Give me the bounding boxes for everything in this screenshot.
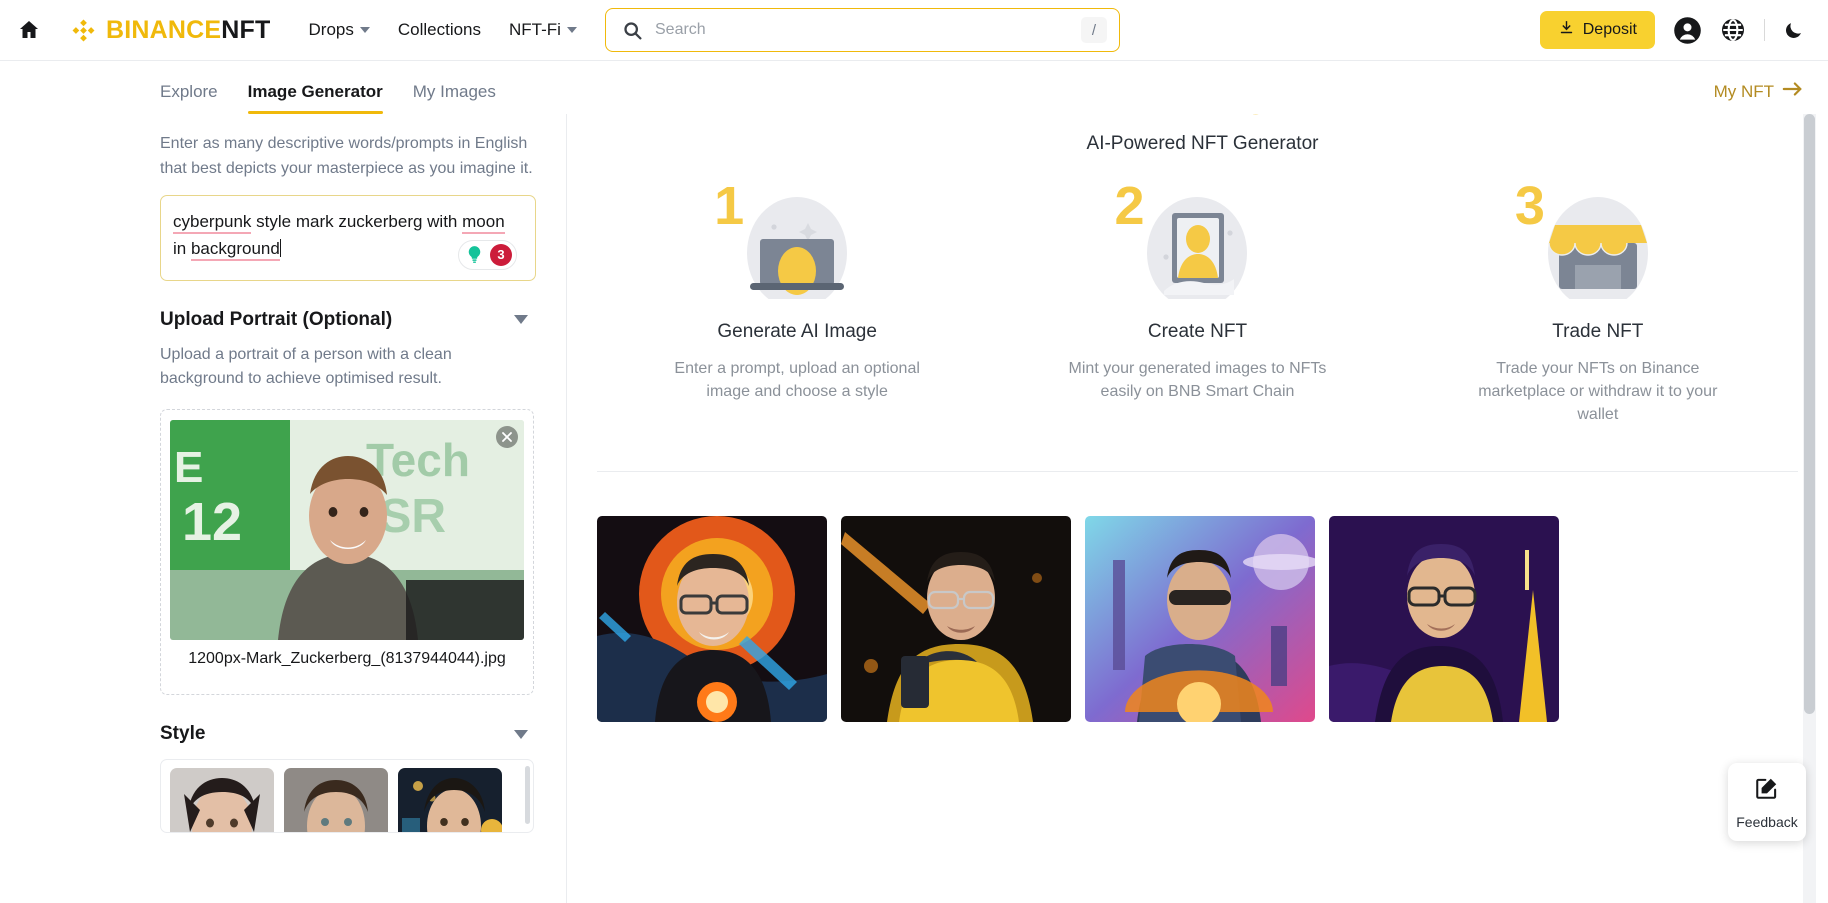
sample-image-gallery (597, 516, 1828, 722)
tab-my-images[interactable]: My Images (413, 82, 496, 114)
chevron-down-icon (360, 27, 370, 33)
upload-portrait-description: Upload a portrait of a person with a cle… (160, 343, 536, 393)
style-option[interactable] (170, 768, 274, 833)
step-3-description: Trade your NFTs on Binance marketplace o… (1463, 357, 1733, 427)
my-nft-link-label: My NFT (1714, 82, 1774, 102)
step-3-title: Trade NFT (1552, 321, 1643, 343)
feedback-label: Feedback (1736, 814, 1797, 830)
tab-image-generator[interactable]: Image Generator (248, 82, 383, 114)
deposit-button[interactable]: Deposit (1540, 11, 1655, 49)
my-nft-link[interactable]: My NFT (1714, 81, 1804, 102)
step-1-number: 1 (714, 179, 744, 233)
search-input[interactable] (655, 21, 1081, 39)
lightbulb-icon (464, 244, 485, 265)
feedback-button[interactable]: Feedback (1728, 763, 1806, 841)
upload-portrait-title: Upload Portrait (Optional) (160, 309, 392, 331)
step-1-illustration: 1 (722, 195, 872, 299)
uploaded-file-name: 1200px-Mark_Zuckerberg_(8137944044).jpg (188, 650, 506, 668)
style-option[interactable] (284, 768, 388, 833)
top-nav-actions: Deposit (1540, 11, 1804, 49)
grammar-issue-count: 3 (490, 244, 512, 266)
section-tab-bar: Explore Image Generator My Images My NFT (0, 60, 1828, 114)
gallery-image[interactable] (1329, 516, 1559, 722)
search-bar[interactable]: / (605, 8, 1120, 52)
steps-row: 1 Generate AI Image Enter a prompt, uplo… (597, 195, 1828, 427)
text-cursor (280, 239, 282, 257)
step-1-title: Generate AI Image (717, 321, 877, 343)
search-shortcut-key: / (1081, 17, 1107, 43)
svg-text:12: 12 (182, 492, 242, 552)
generator-preview-panel: BINANCE AI-Powered NFT Generator 1 Gener… (567, 114, 1828, 903)
prompt-input-box[interactable]: cyberpunk style mark zuckerberg with moo… (160, 195, 536, 281)
tab-list: Explore Image Generator My Images (160, 61, 496, 114)
chevron-down-icon (567, 27, 577, 33)
nav-link-nft-fi-label: NFT-Fi (509, 20, 561, 40)
nav-link-collections-label: Collections (398, 20, 481, 40)
gallery-image[interactable] (597, 516, 827, 722)
prompt-word-background: background (191, 239, 280, 261)
prompt-word-cyberpunk: cyberpunk (173, 212, 251, 234)
style-section-header[interactable]: Style (160, 723, 536, 745)
prompt-text: cyberpunk style mark zuckerberg with moo… (173, 212, 505, 259)
step-3-number: 3 (1515, 179, 1545, 233)
nav-link-collections[interactable]: Collections (398, 20, 481, 40)
style-strip-scrollbar[interactable] (525, 766, 530, 824)
nav-link-drops[interactable]: Drops (309, 20, 370, 40)
tab-image-generator-label: Image Generator (248, 82, 383, 101)
nav-link-nft-fi[interactable]: NFT-Fi (509, 20, 577, 40)
step-2-number: 2 (1114, 179, 1144, 233)
main-content-area: Enter as many descriptive words/prompts … (0, 114, 1828, 903)
step-create-nft: 2 Create NFT Mint your generated images … (997, 195, 1397, 427)
divider (1764, 19, 1765, 41)
step-generate-ai-image: 1 Generate AI Image Enter a prompt, uplo… (597, 195, 997, 427)
grammar-assistant-badge[interactable]: 3 (458, 240, 517, 270)
arrow-right-icon (1782, 81, 1804, 102)
page-scrollbar-thumb[interactable] (1804, 114, 1815, 714)
upload-portrait-section-header[interactable]: Upload Portrait (Optional) (160, 309, 536, 331)
home-icon[interactable] (14, 15, 44, 45)
nav-link-drops-label: Drops (309, 20, 354, 40)
brand-binance-text: BINANCE (106, 16, 221, 44)
tab-explore[interactable]: Explore (160, 82, 218, 114)
step-2-description: Mint your generated images to NFTs easil… (1062, 357, 1332, 403)
step-2-illustration: 2 (1122, 195, 1272, 299)
hero-subtitle: AI-Powered NFT Generator (597, 133, 1828, 155)
binance-nft-logo[interactable]: BINANCENFT (70, 16, 271, 45)
step-1-description: Enter a prompt, upload an optional image… (662, 357, 932, 403)
prompt-text-rest-2: in (173, 239, 191, 258)
generator-form-panel: Enter as many descriptive words/prompts … (0, 114, 566, 903)
deposit-button-label: Deposit (1583, 21, 1637, 39)
chevron-down-icon[interactable] (514, 315, 528, 324)
search-icon (622, 20, 643, 41)
gallery-image[interactable] (841, 516, 1071, 722)
style-title: Style (160, 723, 205, 745)
prompt-text-rest-1: style mark zuckerberg with (251, 212, 457, 231)
tab-explore-label: Explore (160, 82, 218, 101)
prompt-word-moon: moon (462, 212, 505, 234)
step-2-title: Create NFT (1148, 321, 1247, 343)
prompt-hint-text: Enter as many descriptive words/prompts … (160, 132, 536, 182)
step-3-illustration: 3 (1523, 195, 1673, 299)
binance-diamond-icon (70, 17, 97, 44)
download-icon (1558, 19, 1575, 41)
globe-icon[interactable] (1720, 17, 1746, 43)
primary-nav-links: Drops Collections NFT-Fi (309, 20, 577, 40)
account-icon[interactable] (1673, 16, 1702, 45)
section-divider (597, 471, 1798, 472)
tab-my-images-label: My Images (413, 82, 496, 101)
svg-text:E: E (174, 443, 203, 492)
brand-nft-text: NFT (221, 16, 270, 44)
dark-mode-icon[interactable] (1783, 20, 1804, 41)
style-option[interactable] (398, 768, 502, 833)
hero-title-clip: BINANCE (597, 114, 1828, 126)
top-navigation-bar: BINANCENFT Drops Collections NFT-Fi / (0, 0, 1828, 60)
style-thumbnail-strip[interactable] (160, 759, 534, 833)
step-trade-nft: 3 Trade NFT Trade your NFTs on Binance m… (1398, 195, 1798, 427)
gallery-image[interactable] (1085, 516, 1315, 722)
uploaded-portrait-thumbnail: 12 E Tech ISR (170, 420, 524, 640)
chevron-down-icon[interactable] (514, 730, 528, 739)
edit-square-icon (1754, 775, 1780, 806)
uploaded-portrait-card[interactable]: 12 E Tech ISR (160, 409, 534, 695)
